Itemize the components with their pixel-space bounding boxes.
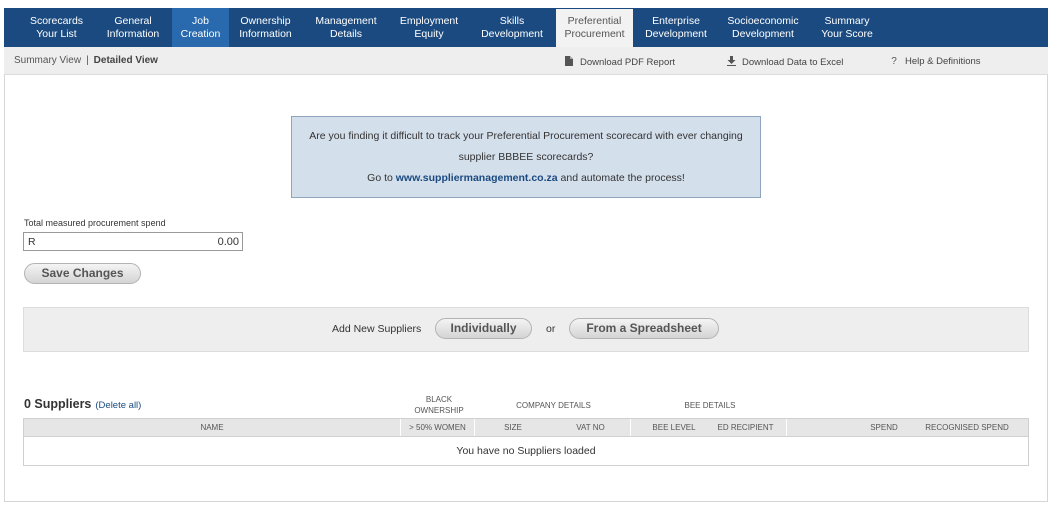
suppliers-heading: 0 Suppliers (Delete all) xyxy=(24,397,141,411)
save-changes-button[interactable]: Save Changes xyxy=(24,263,141,284)
column-ed-recipient[interactable]: ED RECIPIENT xyxy=(705,419,787,436)
view-switcher: Summary View | Detailed View xyxy=(14,55,158,66)
group-header-bee-details: BEE DETAILS xyxy=(684,401,736,410)
suppliers-count: 0 Suppliers xyxy=(24,397,92,411)
promo-link[interactable]: www.suppliermanagement.co.za xyxy=(396,172,558,184)
tab-general-information[interactable]: General Information xyxy=(101,8,165,47)
download-excel-button[interactable]: Download Data to Excel xyxy=(726,56,843,69)
currency-symbol: R xyxy=(28,236,36,248)
column-name[interactable]: NAME xyxy=(24,419,401,436)
download-icon xyxy=(726,56,736,69)
spend-input[interactable] xyxy=(59,234,239,249)
detailed-view-link[interactable]: Detailed View xyxy=(94,55,158,66)
group-header-company-details: COMPANY DETAILS xyxy=(516,401,591,410)
column-women[interactable]: > 50% WOMEN xyxy=(401,419,475,436)
top-navigation: Scorecards Your List General Information… xyxy=(4,8,1048,47)
spend-field: R xyxy=(23,232,243,251)
help-definitions-button[interactable]: ? Help & Definitions xyxy=(889,56,981,67)
add-from-spreadsheet-button[interactable]: From a Spreadsheet xyxy=(569,318,719,339)
add-suppliers-label: Add New Suppliers xyxy=(332,323,422,335)
help-definitions-label: Help & Definitions xyxy=(905,56,981,67)
empty-suppliers-message: You have no Suppliers loaded xyxy=(456,445,596,457)
column-size[interactable]: SIZE xyxy=(475,419,551,436)
spend-label: Total measured procurement spend xyxy=(24,218,166,228)
tab-skills-development[interactable]: Skills Development xyxy=(474,8,550,47)
tab-scorecards[interactable]: Scorecards Your List xyxy=(4,8,109,47)
tab-preferential-procurement[interactable]: Preferential Procurement xyxy=(556,9,633,47)
promo-banner: Are you finding it difficult to track yo… xyxy=(291,116,761,198)
promo-line-1: Are you finding it difficult to track yo… xyxy=(309,130,743,142)
group-header-black-ownership: BLACK OWNERSHIP xyxy=(414,395,464,415)
column-vat[interactable]: VAT NO xyxy=(551,419,631,436)
tab-ownership-information[interactable]: Ownership Information xyxy=(233,8,298,47)
column-recognised-spend[interactable]: RECOGNISED SPEND xyxy=(904,419,1030,436)
tab-management-details[interactable]: Management Details xyxy=(308,8,384,47)
tab-socioeconomic-development[interactable]: Socioeconomic Development xyxy=(720,8,806,47)
tab-job-creation[interactable]: Job Creation xyxy=(172,8,229,47)
view-toolbar: Summary View | Detailed View Download PDF … xyxy=(4,47,1048,75)
suppliers-table-body: You have no Suppliers loaded xyxy=(23,437,1029,466)
download-pdf-button[interactable]: Download PDF Report xyxy=(564,56,675,69)
add-individually-button[interactable]: Individually xyxy=(435,318,532,339)
tab-enterprise-development[interactable]: Enterprise Development xyxy=(638,8,714,47)
promo-prefix: Go to xyxy=(367,172,396,184)
promo-line-2: supplier BBBEE scorecards? xyxy=(458,151,594,163)
promo-line-3: Go to www.suppliermanagement.co.za and a… xyxy=(292,172,760,184)
summary-view-link[interactable]: Summary View xyxy=(14,55,81,66)
promo-suffix: and automate the process! xyxy=(557,172,685,184)
download-excel-label: Download Data to Excel xyxy=(742,57,844,68)
delete-all-link[interactable]: (Delete all) xyxy=(95,400,141,411)
download-pdf-label: Download PDF Report xyxy=(580,57,676,68)
suppliers-table-header: NAME > 50% WOMEN SIZE VAT NO BEE LEVEL E… xyxy=(23,418,1029,437)
tab-summary[interactable]: Summary Your Score xyxy=(812,8,882,47)
tab-employment-equity[interactable]: Employment Equity xyxy=(392,8,466,47)
help-icon: ? xyxy=(891,56,897,67)
document-icon xyxy=(564,56,574,69)
or-label: or xyxy=(546,323,556,335)
view-separator: | xyxy=(86,55,89,66)
